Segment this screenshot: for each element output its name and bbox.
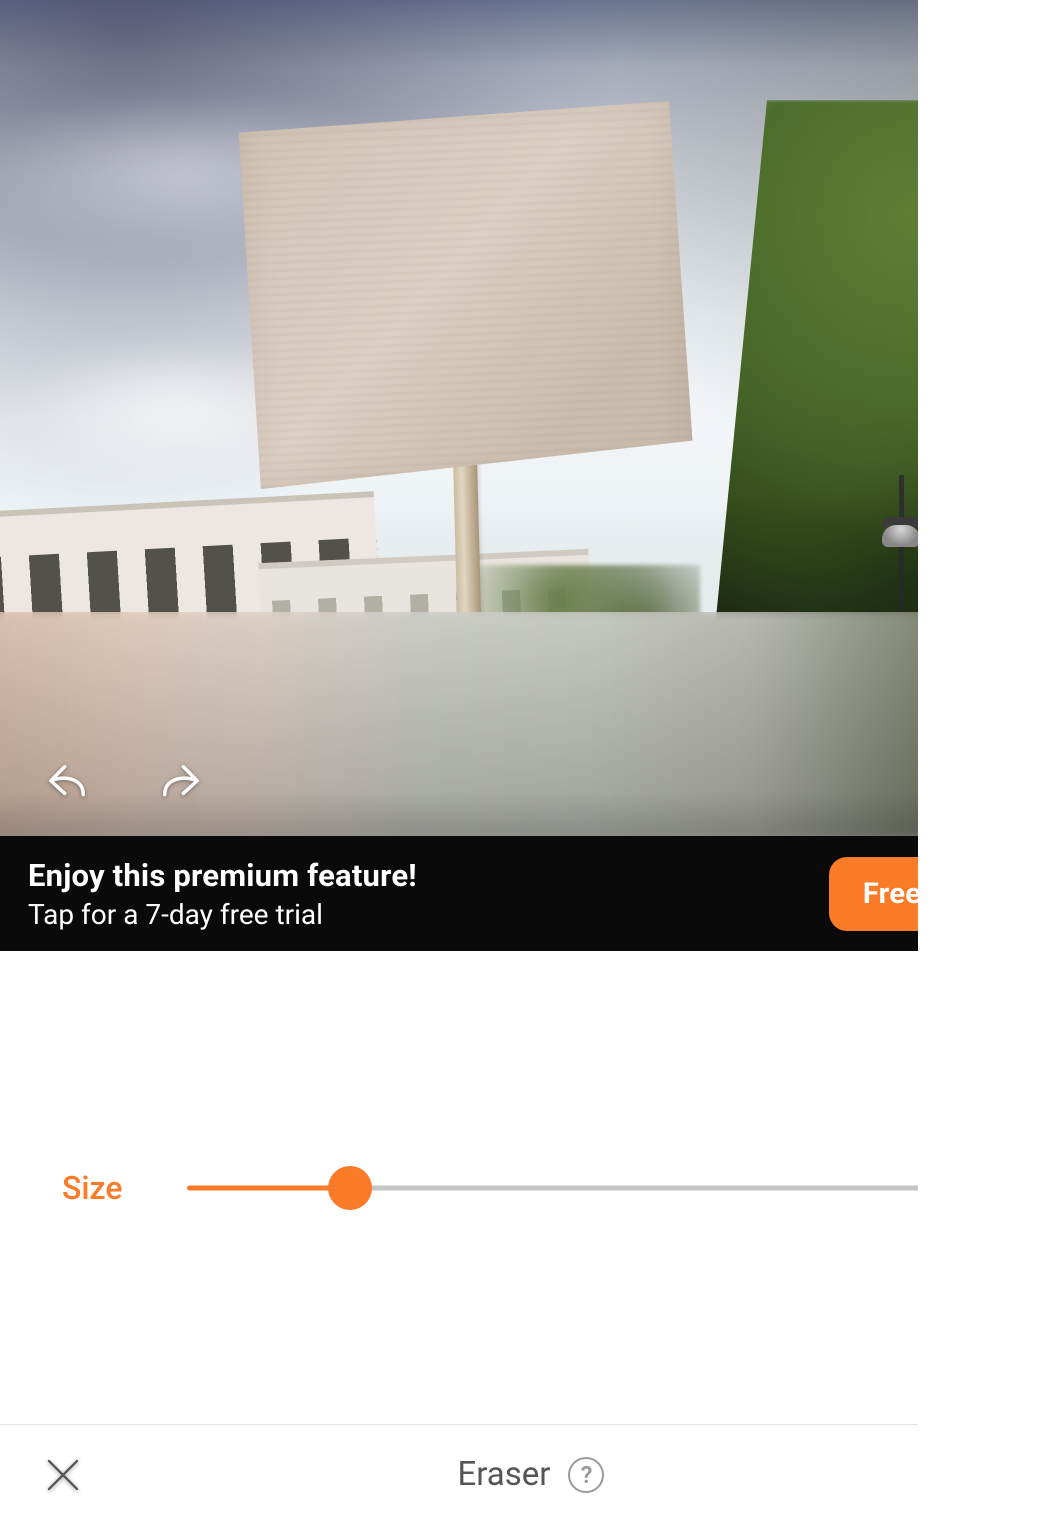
size-panel: Size [0,951,1062,1424]
premium-banner-text: Enjoy this premium feature! Tap for a 7-… [28,857,829,931]
close-icon [41,1453,85,1497]
undo-icon [38,754,96,812]
premium-banner-subtitle: Tap for a 7-day free trial [28,898,829,931]
canvas-area[interactable] [0,0,1062,836]
premium-banner[interactable]: Enjoy this premium feature! Tap for a 7-… [0,836,1062,951]
slider-fill [187,1185,350,1190]
tool-name-label: Eraser [458,1455,551,1494]
undo-button[interactable] [36,752,98,814]
bottom-bar: Eraser ? [0,1424,1062,1522]
canvas-toolbar [0,740,1062,826]
right-whitespace [918,0,1062,1522]
photo-sign [238,101,694,490]
size-label: Size [62,1169,123,1207]
redo-button[interactable] [150,752,212,814]
help-button[interactable]: ? [568,1457,604,1493]
redo-icon [152,754,210,812]
size-slider[interactable] [187,1162,1002,1214]
cancel-button[interactable] [32,1444,94,1506]
premium-banner-title: Enjoy this premium feature! [28,857,829,894]
slider-thumb[interactable] [328,1166,372,1210]
